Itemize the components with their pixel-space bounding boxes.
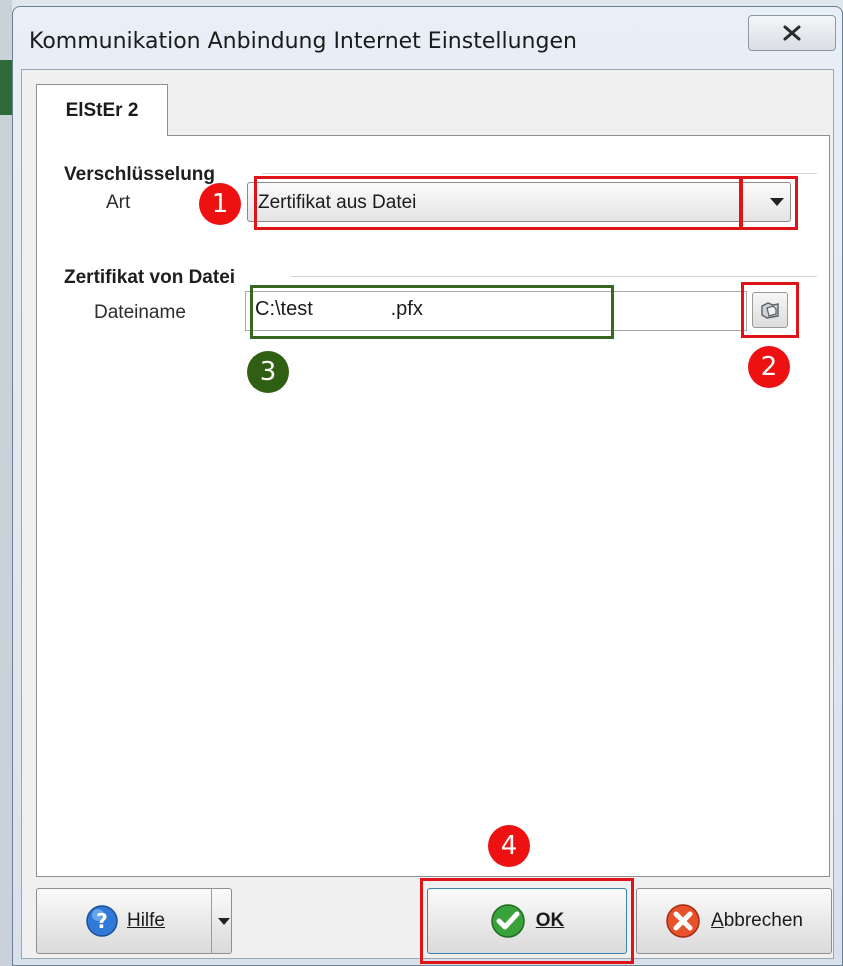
highlight-dropdown-arrow [740,176,798,230]
highlight-ok-button [420,878,634,964]
background-app-accent [0,60,12,115]
annotation-badge-4: 4 [488,825,530,867]
help-split-button[interactable]: ? Hilfe [36,888,232,954]
close-button[interactable] [748,15,836,51]
cancel-button[interactable]: Abbrechen [636,888,832,954]
close-icon [783,25,801,41]
filename-label: Dateiname [94,302,186,323]
art-label: Art [106,192,131,213]
svg-text:?: ? [96,909,108,933]
annotation-badge-1: 1 [199,183,241,225]
tab-panel [36,135,830,877]
dialog-window: Kommunikation Anbindung Internet Einstel… [12,6,843,966]
tab-label: ElStEr 2 [65,99,139,121]
dialog-client-area: ElStEr 2 Verschlüsselung Art Zertifikat … [21,69,834,964]
highlight-filename-field [250,285,614,339]
help-icon: ? [86,905,118,937]
certificate-group-title: Zertifikat von Datei [64,267,236,288]
cancel-button-label: Abbrechen [711,910,803,931]
encryption-group-title: Verschlüsselung [64,164,216,185]
highlight-art-combobox [254,176,742,230]
cancel-icon [666,904,700,938]
title-bar[interactable]: Kommunikation Anbindung Internet Einstel… [13,7,842,71]
cancel-label-text: bbrechen [723,910,803,931]
tab-elster-2[interactable]: ElStEr 2 [36,84,168,136]
highlight-browse-button [741,282,799,338]
certificate-group-divider [290,276,817,277]
annotation-badge-3: 3 [247,351,289,393]
help-button-label: Hilfe [126,910,165,931]
chevron-down-icon[interactable] [218,918,230,925]
encryption-group-divider [262,173,817,174]
annotation-badge-2: 2 [748,346,790,388]
background-app-strip [0,0,12,966]
split-separator [211,889,212,953]
window-title: Kommunikation Anbindung Internet Einstel… [29,29,577,54]
